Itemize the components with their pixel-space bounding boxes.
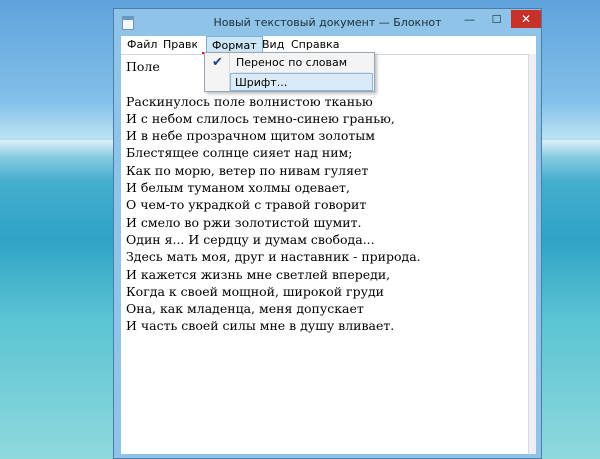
menu-item-font[interactable]: Шрифт... xyxy=(230,73,373,91)
menu-edit[interactable]: Правка xyxy=(163,38,197,52)
text-line: И в небе прозрачном щитом золотым xyxy=(126,128,375,144)
checkmark-icon: ✔ xyxy=(212,55,223,70)
text-line: Здесь мать моя, друг и наставник - приро… xyxy=(126,249,421,265)
menu-view[interactable]: Вид xyxy=(262,38,284,52)
text-line: Раскинулось поле волнистою тканью xyxy=(126,93,373,109)
text-line: И с небом слилось темно-синею гранью, xyxy=(126,110,395,126)
text-line: Она, как младенца, меня допускает xyxy=(126,301,364,317)
text-line: И кажется жизнь мне светлей впереди, xyxy=(126,266,391,282)
text-line: О чем-то украдкой с травой говорит xyxy=(126,197,367,213)
text-line: Как по морю, ветер по нивам гуляет xyxy=(126,162,369,178)
menu-help[interactable]: Справка xyxy=(291,38,339,52)
menu-item-label: Шрифт... xyxy=(235,76,288,89)
text-line: И белым туманом холмы одевает, xyxy=(126,180,350,196)
close-button[interactable]: ✕ xyxy=(511,10,541,28)
menu-item-word-wrap[interactable]: ✔ Перенос по словам xyxy=(206,54,373,72)
text-line: Когда к своей мощной, широкой груди xyxy=(126,283,384,299)
menu-file[interactable]: Файл xyxy=(127,38,157,52)
text-line: Один я... И сердцу и думам свобода... xyxy=(126,231,375,247)
text-line: И смело во ржи золотистой шумит. xyxy=(126,214,362,230)
vertical-scrollbar[interactable] xyxy=(528,54,536,454)
title-bar[interactable]: Новый текстовый документ — Блокнот — ☐ ✕ xyxy=(114,9,541,37)
format-dropdown-menu: ✔ Перенос по словам Шрифт... xyxy=(204,52,375,92)
text-editor-area[interactable]: Поле Раскинулось поле волнистою тканью И… xyxy=(121,54,528,454)
text-line: Блестящее солнце сияет над ним; xyxy=(126,145,353,161)
maximize-button[interactable]: ☐ xyxy=(484,10,509,28)
minimize-button[interactable]: — xyxy=(457,10,482,28)
document-text: Поле Раскинулось поле волнистою тканью И… xyxy=(126,58,421,335)
text-line: И часть своей силы мне в душу вливает. xyxy=(126,318,395,334)
menu-item-label: Перенос по словам xyxy=(236,56,348,69)
